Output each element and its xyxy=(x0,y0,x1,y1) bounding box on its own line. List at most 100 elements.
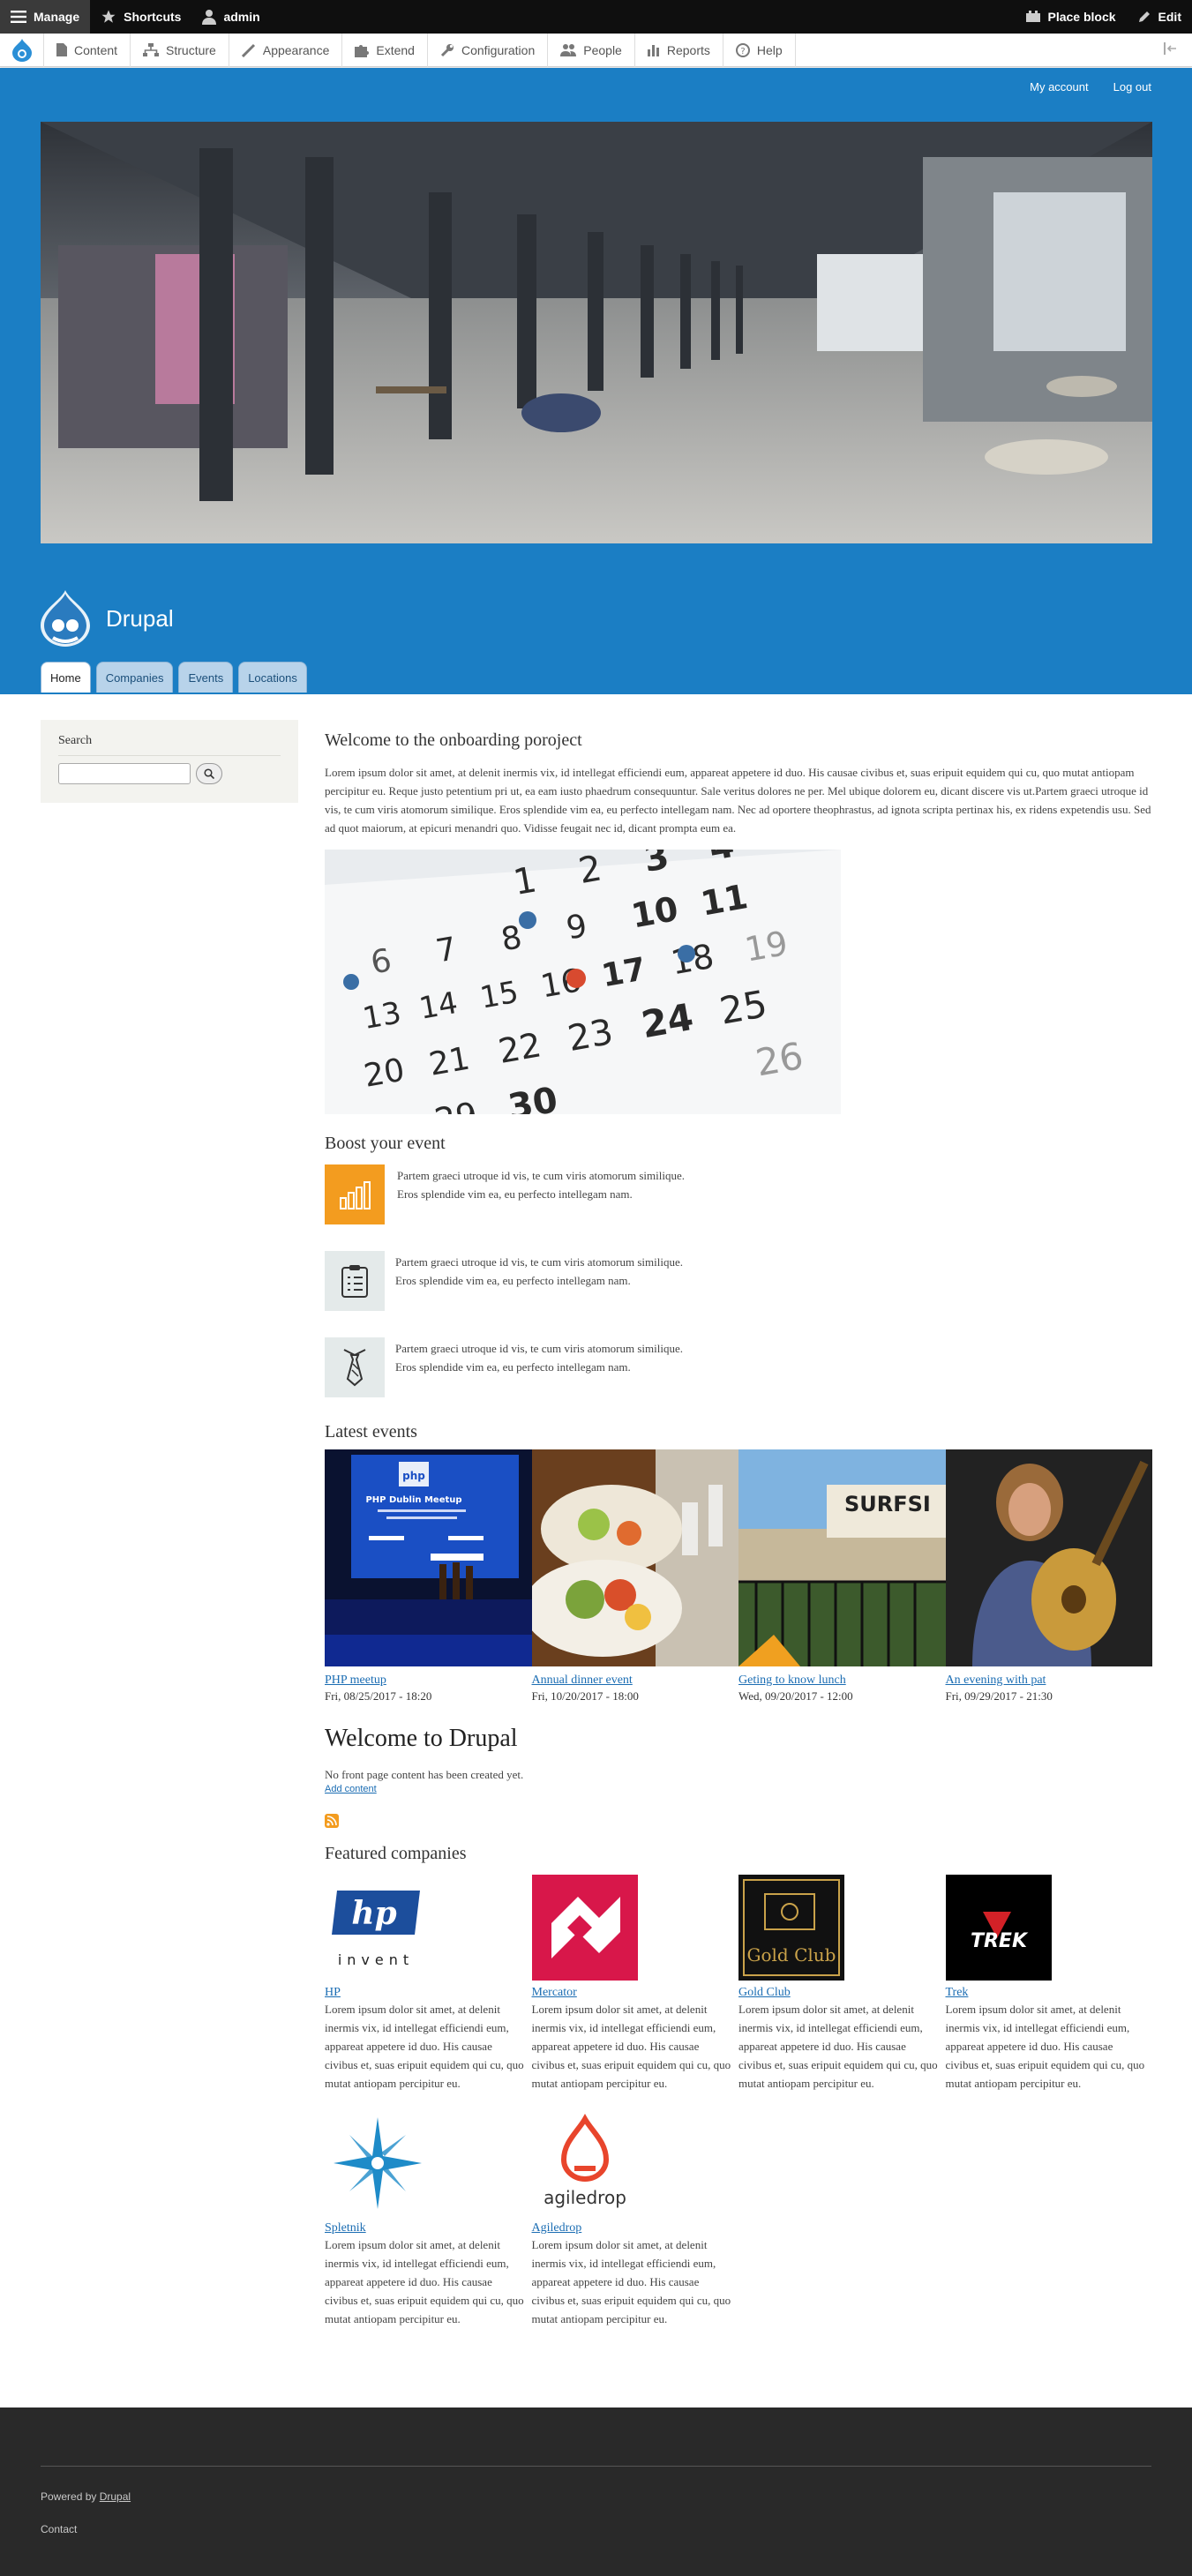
company-title-link[interactable]: Agiledrop xyxy=(532,2221,739,2235)
admin-menu-tray: Content Structure Appearance Extend Conf… xyxy=(0,33,1192,67)
company-description: Lorem ipsum dolor sit amet, at delenit i… xyxy=(531,2238,731,2325)
feature-text-line: Partem graeci utroque id vis, te cum vir… xyxy=(395,1255,684,1269)
site-name[interactable]: Drupal xyxy=(106,605,174,633)
admin-menu-reports[interactable]: Reports xyxy=(635,33,723,67)
my-account-link[interactable]: My account xyxy=(1030,80,1088,94)
company-title-link[interactable]: HP xyxy=(325,1986,532,2000)
powered-by: Powered by Drupal xyxy=(41,2490,131,2503)
search-input[interactable] xyxy=(58,763,191,784)
calendar-day: 23 xyxy=(565,1012,616,1060)
event-title-link[interactable]: Geting to know lunch xyxy=(738,1674,946,1688)
edit-label: Edit xyxy=(1158,10,1181,24)
block-icon xyxy=(1025,11,1040,22)
feature-item: Partem graeci utroque id vis, te cum vir… xyxy=(325,1251,1152,1311)
company-title-link[interactable]: Mercator xyxy=(532,1986,739,2000)
tab-events[interactable]: Events xyxy=(178,662,234,693)
company-logo[interactable]: agiledrop xyxy=(531,2110,638,2216)
tab-locations[interactable]: Locations xyxy=(238,662,307,693)
event-image[interactable] xyxy=(531,1449,738,1666)
edit-button[interactable]: Edit xyxy=(1127,0,1192,34)
tray-orientation-toggle[interactable] xyxy=(1150,42,1192,57)
event-title-link[interactable]: An evening with pat xyxy=(946,1674,1153,1688)
admin-menu-label: Extend xyxy=(376,42,415,57)
drupal-logo-icon xyxy=(41,590,90,647)
event-date: Wed, 09/20/2017 - 12:00 xyxy=(738,1689,853,1703)
company-logo[interactable]: hp invent xyxy=(325,1875,431,1981)
feature-text-line: Eros splendide vim ea, eu perfecto intel… xyxy=(395,1274,631,1287)
user-tab[interactable]: admin xyxy=(191,0,270,34)
surf-sign-text: SURFSI xyxy=(844,1492,931,1516)
event-image[interactable]: php PHP Dublin Meetup xyxy=(325,1449,532,1666)
feature-item: Partem graeci utroque id vis, te cum vir… xyxy=(325,1337,1152,1397)
admin-menu-help[interactable]: ? Help xyxy=(723,33,796,67)
company-card: agiledrop Agiledrop Lorem ipsum dolor si… xyxy=(531,2110,739,2328)
admin-menu-extend[interactable]: Extend xyxy=(342,33,428,67)
company-description: Lorem ipsum dolor sit amet, at delenit i… xyxy=(325,2003,524,2090)
no-content-text: No front page content has been created y… xyxy=(325,1768,524,1781)
drupal-link[interactable]: Drupal xyxy=(100,2490,131,2503)
shortcuts-tab[interactable]: Shortcuts xyxy=(90,0,191,34)
event-title-link[interactable]: Annual dinner event xyxy=(532,1674,739,1688)
add-content-link[interactable]: Add content xyxy=(325,1784,1152,1794)
agiledrop-logo-text: agiledrop xyxy=(544,2187,626,2208)
admin-menu-people[interactable]: People xyxy=(548,33,635,67)
search-submit-button[interactable] xyxy=(196,763,222,784)
tab-companies[interactable]: Companies xyxy=(95,662,174,693)
paintbrush-icon xyxy=(241,43,255,57)
gold-club-logo-text: Gold Club xyxy=(747,1944,836,1966)
company-card: Spletnik Lorem ipsum dolor sit amet, at … xyxy=(325,2110,532,2328)
hamburger-icon xyxy=(11,11,26,23)
drupal-home-link[interactable] xyxy=(0,33,44,67)
calendar-day: 25 xyxy=(716,982,770,1033)
site-branding[interactable]: Drupal xyxy=(41,590,174,647)
feature-text-line: Eros splendide vim ea, eu perfecto intel… xyxy=(395,1360,631,1374)
admin-menu-label: Structure xyxy=(166,42,216,57)
calendar-day: 26 xyxy=(753,1034,806,1085)
trek-logo-text: TREK xyxy=(970,1930,1028,1952)
place-block-button[interactable]: Place block xyxy=(1015,0,1127,34)
company-title-link[interactable]: Spletnik xyxy=(325,2221,532,2235)
hp-logo-text: hp xyxy=(351,1895,396,1932)
calendar-day: 14 xyxy=(416,985,461,1027)
log-out-link[interactable]: Log out xyxy=(1113,80,1151,94)
user-icon xyxy=(202,10,217,25)
company-description: Lorem ipsum dolor sit amet, at delenit i… xyxy=(738,2003,938,2090)
footer-divider xyxy=(41,2466,1151,2467)
contact-link[interactable]: Contact xyxy=(41,2523,77,2535)
admin-menu-appearance[interactable]: Appearance xyxy=(229,33,343,67)
admin-menu-structure[interactable]: Structure xyxy=(131,33,229,67)
company-logo[interactable] xyxy=(325,2110,431,2216)
rss-feed-icon[interactable] xyxy=(325,1814,339,1828)
company-title-link[interactable]: Gold Club xyxy=(738,1986,946,2000)
event-image[interactable] xyxy=(945,1449,1152,1666)
event-image[interactable]: SURFSI xyxy=(738,1449,946,1666)
main-content: Welcome to the onboarding poroject Lorem… xyxy=(325,720,1152,2346)
place-block-label: Place block xyxy=(1047,10,1116,24)
company-logo[interactable]: Gold Club xyxy=(738,1875,844,1981)
event-title-link[interactable]: PHP meetup xyxy=(325,1674,532,1688)
manage-tab[interactable]: Manage xyxy=(0,0,91,34)
boost-title: Boost your event xyxy=(325,1134,446,1153)
event-date: Fri, 08/25/2017 - 18:20 xyxy=(325,1689,432,1703)
company-card: hp invent HP Lorem ipsum dolor sit amet,… xyxy=(325,1875,532,2093)
feature-icon-box xyxy=(325,1251,385,1311)
admin-menu-configuration[interactable]: Configuration xyxy=(428,33,549,67)
search-block-title: Search xyxy=(58,734,281,756)
admin-menu-label: Content xyxy=(74,42,118,57)
company-title-link[interactable]: Trek xyxy=(946,1986,1153,2000)
wrench-icon xyxy=(440,43,454,56)
company-logo[interactable] xyxy=(531,1875,638,1981)
admin-menu-label: Help xyxy=(756,42,783,57)
user-label: admin xyxy=(223,10,260,24)
calendar-day: 11 xyxy=(698,877,751,924)
admin-menu-content[interactable]: Content xyxy=(44,33,131,67)
php-logo-text: php xyxy=(402,1470,425,1482)
help-icon: ? xyxy=(735,42,750,57)
tab-home[interactable]: Home xyxy=(41,662,91,693)
document-icon xyxy=(56,43,67,56)
welcome-body: Lorem ipsum dolor sit amet, at delenit i… xyxy=(325,766,1151,835)
company-logo[interactable]: TREK xyxy=(945,1875,1052,1981)
calendar-day: 20 xyxy=(361,1052,407,1095)
php-meetup-photo: php PHP Dublin Meetup xyxy=(325,1449,532,1666)
company-description: Lorem ipsum dolor sit amet, at delenit i… xyxy=(531,2003,731,2090)
